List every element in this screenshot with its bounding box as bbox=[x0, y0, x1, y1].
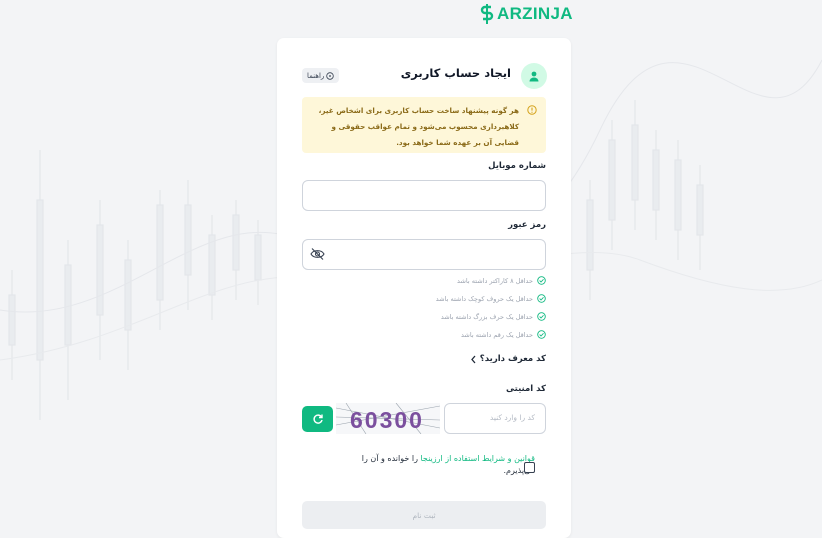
captcha-image: 60300 bbox=[336, 403, 440, 434]
referral-label: کد معرف دارید؟ bbox=[479, 354, 546, 364]
refresh-icon bbox=[312, 414, 323, 424]
eye-off-icon[interactable] bbox=[310, 247, 325, 261]
help-button[interactable]: راهنما bbox=[302, 68, 340, 83]
help-icon bbox=[326, 71, 335, 80]
captcha-text: 60300 bbox=[350, 407, 424, 433]
info-icon bbox=[527, 105, 537, 115]
signup-card: ایجاد حساب کاربری راهنما هر گونه پیشنهاد… bbox=[277, 38, 571, 538]
chevron-left-icon bbox=[470, 355, 476, 363]
password-rule-text: حداقل یک حروف کوچک داشته باشد bbox=[435, 294, 533, 303]
mobile-input[interactable] bbox=[302, 180, 546, 211]
dollar-s-icon bbox=[480, 4, 494, 24]
password-label: رمز عبور bbox=[508, 220, 546, 230]
brand-name: ARZINJA bbox=[497, 4, 573, 23]
page-title: ایجاد حساب کاربری bbox=[400, 66, 511, 80]
terms-checkbox[interactable] bbox=[524, 462, 535, 473]
password-rule: حداقل یک حرف بزرگ داشته باشد bbox=[441, 312, 546, 321]
password-rule-text: حداقل ۸ کاراکتر داشته باشد bbox=[457, 276, 533, 285]
password-rule: حداقل ۸ کاراکتر داشته باشد bbox=[457, 276, 546, 285]
password-rule-text: حداقل یک حرف بزرگ داشته باشد bbox=[440, 312, 533, 321]
brand-logo[interactable]: ARZINJA bbox=[480, 2, 573, 26]
password-input[interactable] bbox=[302, 239, 546, 270]
password-rule: حداقل یک حروف کوچک داشته باشد bbox=[436, 294, 546, 303]
captcha-input[interactable]: کد را وارد کنید bbox=[444, 403, 546, 434]
password-rule: حداقل یک رقم داشته باشد bbox=[461, 330, 546, 339]
mobile-label: شماره موبایل bbox=[488, 161, 546, 171]
help-label: راهنما bbox=[307, 71, 325, 80]
warning-text: هر گونه پیشنهاد ساخت حساب کاربری برای اش… bbox=[318, 106, 519, 147]
submit-button[interactable]: ثبت نام bbox=[302, 501, 546, 529]
check-circle-icon bbox=[537, 294, 546, 303]
warning-box: هر گونه پیشنهاد ساخت حساب کاربری برای اش… bbox=[302, 97, 546, 153]
check-circle-icon bbox=[537, 312, 546, 321]
check-circle-icon bbox=[537, 276, 546, 285]
referral-toggle[interactable]: کد معرف دارید؟ bbox=[470, 354, 546, 364]
terms-link[interactable]: قوانین و شرایط استفاده از ارزینجا bbox=[420, 454, 535, 463]
terms-text: قوانین و شرایط استفاده از ارزینجا را خوا… bbox=[350, 453, 535, 477]
captcha-label: کد امنیتی bbox=[506, 384, 546, 394]
submit-label: ثبت نام bbox=[412, 510, 436, 520]
check-circle-icon bbox=[537, 330, 546, 339]
captcha-placeholder: کد را وارد کنید bbox=[489, 413, 535, 422]
password-rule-text: حداقل یک رقم داشته باشد bbox=[461, 330, 533, 339]
captcha-refresh-button[interactable] bbox=[302, 406, 333, 432]
user-icon bbox=[521, 63, 547, 89]
